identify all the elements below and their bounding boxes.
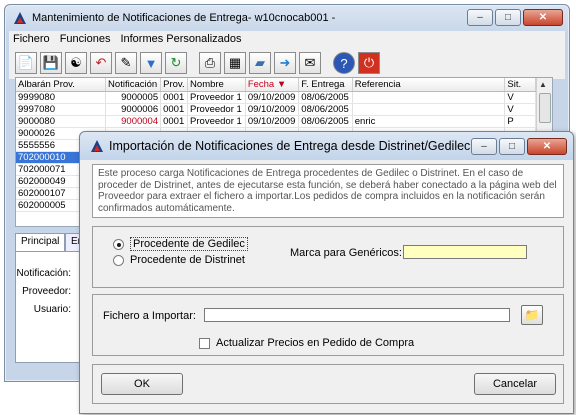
marca-input[interactable] [403,245,527,259]
label-usuario: Usuario: [33,304,71,315]
table-cell: 9000004 [105,115,162,128]
table-cell: 08/06/2005 [298,115,353,128]
col-fecha-label: Fecha [247,78,275,90]
col-notificacion[interactable]: Notificación [105,78,162,92]
minimize-button[interactable]: – [467,9,493,26]
source-group: Procedente de Gedilec Procedente de Dist… [92,226,564,288]
edit-icon[interactable]: ✎ [115,52,137,74]
table-cell: V [504,103,536,116]
menu-funciones[interactable]: Funciones [60,33,111,45]
dialog-minimize-button[interactable]: – [471,138,497,155]
browse-folder-icon[interactable]: 📁 [521,305,543,325]
dialog-maximize-button[interactable]: □ [499,138,525,155]
scroll-thumb[interactable] [539,93,551,123]
maximize-button[interactable]: □ [495,9,521,26]
menu-fichero[interactable]: Fichero [13,33,50,45]
power-icon[interactable]: ⏻ [358,52,380,74]
info-text: Este proceso carga Notificaciones de Ent… [92,164,564,218]
table-cell: V [504,91,536,104]
toolbar: 📄 💾 ☯ ↶ ✎ ▼ ↻ ⎙ ▦ ▰ ➜ ✉ ? ⏻ [9,47,565,79]
tab-principal[interactable]: Principal [15,233,66,251]
main-window-title: Mantenimiento de Notificaciones de Entre… [32,12,336,24]
radio-distrinet-label: Procedente de Distrinet [130,254,245,266]
table-cell: 09/10/2009 [245,91,300,104]
file-label: Fichero a Importar: [103,310,196,322]
table-cell: 9000080 [16,115,107,128]
table-cell: 9997080 [16,103,107,116]
close-button[interactable]: ✕ [523,9,563,26]
label-notificacion: Notificación: [16,268,71,279]
table-cell: Proveedor 1 [187,115,246,128]
file-input[interactable] [204,308,510,322]
new-document-icon[interactable]: 📄 [15,52,37,74]
table-cell: 0001 [160,103,189,116]
app-logo-icon [13,11,27,25]
radio-gedilec-dot[interactable] [113,238,124,250]
globe-icon[interactable]: ☯ [65,52,87,74]
table-cell: 9000006 [105,103,162,116]
menu-bar: Fichero Funciones Informes Personalizado… [9,31,565,47]
table-row[interactable]: 9999080 9000005 0001 Proveedor 1 09/10/2009 0… [16,91,536,104]
mail-icon[interactable]: ✉ [299,52,321,74]
table-cell [352,91,506,104]
table-cell: 09/10/2009 [245,103,300,116]
table-row[interactable]: 9997080 9000006 0001 Proveedor 1 09/10/2009 0… [16,103,536,116]
radio-distrinet[interactable]: Procedente de Distrinet [113,254,245,266]
table-cell: 0001 [160,115,189,128]
radio-gedilec-label: Procedente de Gedilec [130,237,248,251]
table-cell: Proveedor 1 [187,103,246,116]
print-icon[interactable]: ⎙ [199,52,221,74]
label-proveedor: Proveedor: [22,286,71,297]
export-icon[interactable]: ▰ [249,52,271,74]
marca-label: Marca para Genéricos: [290,247,402,259]
col-nombre[interactable]: Nombre [187,78,246,92]
dialog-close-button[interactable]: ✕ [527,138,567,155]
col-fecha[interactable]: Fecha ▼ [245,78,300,92]
menu-informes-personalizados[interactable]: Informes Personalizados [120,33,241,45]
buttons-group: OK Cancelar [92,364,564,404]
table-cell: Proveedor 1 [187,91,246,104]
col-f-entrega[interactable]: F. Entrega [298,78,353,92]
radio-distrinet-dot[interactable] [113,254,124,266]
filter-icon[interactable]: ▼ [140,52,162,74]
scroll-up-icon[interactable]: ▲ [539,80,547,89]
col-referencia[interactable]: Referencia [352,78,506,92]
table-cell: 0001 [160,91,189,104]
undo-icon[interactable]: ↶ [90,52,112,74]
dialog-body: Este proceso carga Notificaciones de Ent… [86,160,567,407]
file-group: Fichero a Importar: 📁 Actualizar Precios… [92,294,564,356]
dialog-title: Importación de Notificaciones de Entrega… [109,139,471,153]
help-icon[interactable]: ? [333,52,355,74]
save-icon[interactable]: 💾 [40,52,62,74]
update-prices-checkbox[interactable]: Actualizar Precios en Pedido de Compra [199,337,414,349]
table-cell: 9999080 [16,91,107,104]
print-preview-icon[interactable]: ▦ [224,52,246,74]
col-prov[interactable]: Prov. [160,78,189,92]
table-row[interactable]: 9000080 9000004 0001 Proveedor 1 09/10/2009 0… [16,115,536,128]
table-cell: 09/10/2009 [245,115,300,128]
table-cell: 08/06/2005 [298,103,353,116]
table-cell [352,103,506,116]
table-cell: 9000005 [105,91,162,104]
sort-desc-icon: ▼ [276,78,287,90]
dialog-title-bar: Importación de Notificaciones de Entrega… [80,132,573,160]
table-cell: enric [352,115,506,128]
main-title-bar: Mantenimiento de Notificaciones de Entre… [5,5,569,31]
update-prices-box[interactable] [199,337,210,349]
update-prices-label: Actualizar Precios en Pedido de Compra [216,337,415,349]
ok-button[interactable]: OK [101,373,183,395]
app-logo-icon [90,139,104,153]
refresh-icon[interactable]: ↻ [165,52,187,74]
col-albaran[interactable]: Albarán Prov. [16,78,107,92]
import-icon[interactable]: ➜ [274,52,296,74]
import-dialog: Importación de Notificaciones de Entrega… [79,131,574,414]
cancel-button[interactable]: Cancelar [474,373,556,395]
table-cell: 08/06/2005 [298,91,353,104]
screen: Mantenimiento de Notificaciones de Entre… [0,0,576,415]
col-sit[interactable]: Sit. [504,78,536,92]
table-cell: P [504,115,536,128]
radio-gedilec[interactable]: Procedente de Gedilec [113,237,248,251]
